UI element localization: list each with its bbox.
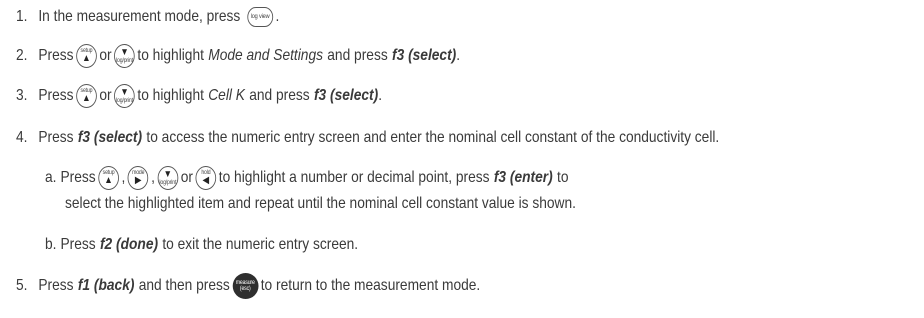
down-arrow-icon: ▼ bbox=[163, 169, 173, 180]
step-text: Press bbox=[38, 87, 74, 104]
substep-letter: a. bbox=[45, 169, 57, 186]
step-text: Press bbox=[60, 169, 96, 186]
step-2: 2. Press setup ▲ or ▼ log/print to highl… bbox=[16, 43, 460, 69]
step-text: Press bbox=[38, 129, 74, 146]
setup-up-button-icon: setup ▲ bbox=[76, 44, 97, 68]
step-number: 1. bbox=[16, 8, 28, 25]
step-text: Press bbox=[38, 47, 74, 64]
right-arrow-icon: ▶ bbox=[134, 175, 142, 186]
step-4: 4. Press f3 (select) to access the numer… bbox=[16, 125, 719, 151]
step-text: and then press bbox=[138, 277, 230, 294]
setup-up-button-icon: setup ▲ bbox=[98, 166, 119, 190]
softkey-name: f2 (done) bbox=[99, 236, 159, 253]
step-number: 5. bbox=[16, 277, 28, 294]
step-1: 1. In the measurement mode, press log vi… bbox=[16, 4, 279, 30]
button-label: log/print bbox=[159, 180, 177, 186]
step-text: In the measurement mode, press bbox=[38, 8, 241, 25]
step-text: Press bbox=[38, 277, 74, 294]
log-print-down-button-icon: ▼ log/print bbox=[114, 84, 135, 108]
log-print-down-button-icon: ▼ log/print bbox=[157, 166, 179, 190]
softkey-name: f3 (select) bbox=[392, 47, 457, 64]
down-arrow-icon: ▼ bbox=[120, 87, 129, 98]
left-arrow-icon: ◀ bbox=[202, 175, 210, 186]
step-number: 4. bbox=[16, 129, 28, 146]
step-text: Press bbox=[60, 236, 96, 253]
substep-a: a. Press setup ▲ , mode ▶ , ▼ log/print … bbox=[45, 165, 568, 191]
step-text: to exit the numeric entry screen. bbox=[162, 236, 359, 253]
step-5: 5. Press f1 (back) and then press measur… bbox=[16, 271, 480, 301]
softkey-name: f3 (enter) bbox=[493, 169, 553, 186]
softkey-name: f3 (select) bbox=[77, 129, 143, 146]
setup-up-button-icon: setup ▲ bbox=[76, 84, 97, 108]
up-arrow-icon: ▲ bbox=[104, 175, 113, 186]
step-number: 3. bbox=[16, 87, 28, 104]
button-label: log/print bbox=[116, 58, 133, 64]
substep-letter: b. bbox=[45, 236, 57, 253]
step-text: to highlight bbox=[137, 47, 204, 64]
step-number: 2. bbox=[16, 47, 28, 64]
step-text: to bbox=[556, 169, 569, 186]
step-text: or bbox=[180, 169, 193, 186]
softkey-name: f3 (select) bbox=[313, 87, 379, 104]
hold-left-button-icon: hold ◀ bbox=[195, 166, 217, 190]
substep-b: b. Press f2 (done) to exit the numeric e… bbox=[45, 232, 358, 258]
menu-item-name: Mode and Settings bbox=[208, 47, 323, 64]
substep-a-continuation: select the highlighted item and repeat u… bbox=[65, 195, 576, 212]
step-text: or bbox=[99, 47, 112, 64]
step-text: and press bbox=[327, 47, 388, 64]
step-text: to return to the measurement mode. bbox=[260, 277, 481, 294]
instruction-document: 1. In the measurement mode, press log vi… bbox=[0, 0, 924, 318]
step-text: or bbox=[99, 87, 112, 104]
step-3: 3. Press setup ▲ or ▼ log/print to highl… bbox=[16, 83, 382, 109]
button-label: log/print bbox=[116, 98, 133, 104]
log-print-down-button-icon: ▼ log/print bbox=[114, 44, 135, 68]
mode-right-button-icon: mode ▶ bbox=[127, 166, 149, 190]
up-arrow-icon: ▲ bbox=[82, 53, 91, 64]
menu-item-name: Cell K bbox=[208, 87, 245, 104]
down-arrow-icon: ▼ bbox=[120, 47, 129, 58]
step-text: to highlight bbox=[137, 87, 204, 104]
step-text: to highlight a number or decimal point, … bbox=[218, 169, 490, 186]
step-text: . bbox=[378, 87, 383, 104]
up-arrow-icon: ▲ bbox=[82, 93, 91, 104]
step-text: and press bbox=[249, 87, 310, 104]
step-text: . bbox=[456, 47, 461, 64]
button-sublabel: (esc) bbox=[239, 286, 251, 292]
step-text: to access the numeric entry screen and e… bbox=[146, 129, 720, 146]
measure-esc-button-icon: measure (esc) bbox=[232, 273, 259, 299]
log-view-button-icon: log view bbox=[247, 7, 273, 27]
button-label: log view bbox=[250, 12, 270, 20]
step-text: . bbox=[275, 8, 280, 25]
softkey-name: f1 (back) bbox=[77, 277, 135, 294]
